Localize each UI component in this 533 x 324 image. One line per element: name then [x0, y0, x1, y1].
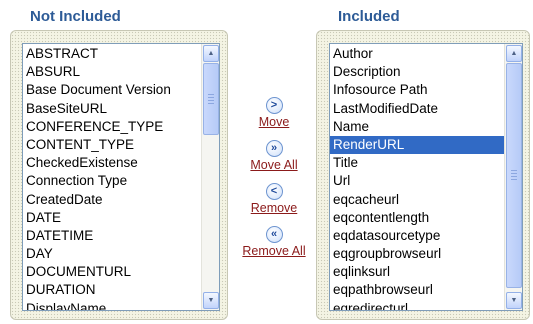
- list-item[interactable]: eqcontentlength: [330, 209, 505, 227]
- included-heading: Included: [338, 8, 400, 25]
- scroll-up-icon[interactable]: ▲: [506, 45, 522, 62]
- list-item[interactable]: RenderURL: [330, 135, 505, 155]
- list-item[interactable]: DATETIME: [23, 227, 202, 245]
- list-item[interactable]: Name: [330, 118, 505, 136]
- list-item[interactable]: Infosource Path: [330, 81, 505, 99]
- list-item[interactable]: Connection Type: [23, 172, 202, 190]
- scroll-thumb[interactable]: [203, 63, 219, 135]
- list-item[interactable]: ABSURL: [23, 63, 202, 81]
- remove-all-link[interactable]: Remove All: [234, 244, 314, 258]
- list-item[interactable]: DATE: [23, 209, 202, 227]
- list-item[interactable]: eqlinksurl: [330, 263, 505, 281]
- remove-link[interactable]: Remove: [234, 201, 314, 215]
- list-item[interactable]: Url: [330, 172, 505, 190]
- chevron-right-icon[interactable]: >: [265, 97, 283, 114]
- move-all-link[interactable]: Move All: [234, 158, 314, 172]
- list-item[interactable]: DURATION: [23, 281, 202, 299]
- list-item[interactable]: Title: [330, 154, 505, 172]
- scroll-thumb[interactable]: [506, 63, 522, 288]
- list-item[interactable]: Description: [330, 63, 505, 81]
- remove-action[interactable]: < Remove: [234, 183, 314, 215]
- double-chevron-right-icon[interactable]: »: [265, 140, 283, 157]
- list-item[interactable]: Base Document Version: [23, 81, 202, 99]
- chevron-left-icon[interactable]: <: [265, 183, 283, 200]
- scroll-down-icon[interactable]: ▼: [203, 292, 219, 309]
- move-link[interactable]: Move: [234, 115, 314, 129]
- list-item[interactable]: eqgroupbrowseurl: [330, 245, 505, 263]
- list-item[interactable]: eqcacheurl: [330, 191, 505, 209]
- list-item[interactable]: eqredirecturl: [330, 300, 505, 310]
- list-item[interactable]: DOCUMENTURL: [23, 263, 202, 281]
- not-included-panel: ABSTRACT ABSURL Base Document Version BaseS…: [10, 30, 228, 320]
- list-item[interactable]: LastModifiedDate: [330, 100, 505, 118]
- list-item[interactable]: CheckedExistense: [23, 154, 202, 172]
- included-scrollbar[interactable]: ▲ ▼: [504, 44, 522, 310]
- move-all-action[interactable]: » Move All: [234, 140, 314, 172]
- list-item[interactable]: Author: [330, 45, 505, 63]
- list-item[interactable]: eqdatasourcetype: [330, 227, 505, 245]
- included-items: Author Description Infosource Path LastModi…: [330, 45, 505, 310]
- list-item[interactable]: CONTENT_TYPE: [23, 136, 202, 154]
- list-item[interactable]: eqpathbrowseurl: [330, 281, 505, 299]
- scroll-up-icon[interactable]: ▲: [203, 45, 219, 62]
- not-included-scrollbar[interactable]: ▲ ▼: [201, 44, 219, 310]
- list-item[interactable]: DisplayName: [23, 300, 202, 310]
- list-item[interactable]: BaseSiteURL: [23, 100, 202, 118]
- scroll-down-icon[interactable]: ▼: [506, 292, 522, 309]
- move-action[interactable]: > Move: [234, 97, 314, 129]
- list-item[interactable]: CONFERENCE_TYPE: [23, 118, 202, 136]
- double-chevron-left-icon[interactable]: «: [265, 226, 283, 243]
- not-included-heading: Not Included: [30, 8, 121, 25]
- included-panel: Author Description Infosource Path LastModi…: [316, 30, 530, 320]
- included-listbox[interactable]: Author Description Infosource Path LastModi…: [329, 43, 523, 311]
- not-included-items: ABSTRACT ABSURL Base Document Version BaseS…: [23, 45, 202, 310]
- not-included-listbox[interactable]: ABSTRACT ABSURL Base Document Version BaseS…: [22, 43, 220, 311]
- list-item[interactable]: CreatedDate: [23, 191, 202, 209]
- list-item[interactable]: ABSTRACT: [23, 45, 202, 63]
- remove-all-action[interactable]: « Remove All: [234, 226, 314, 258]
- list-item[interactable]: DAY: [23, 245, 202, 263]
